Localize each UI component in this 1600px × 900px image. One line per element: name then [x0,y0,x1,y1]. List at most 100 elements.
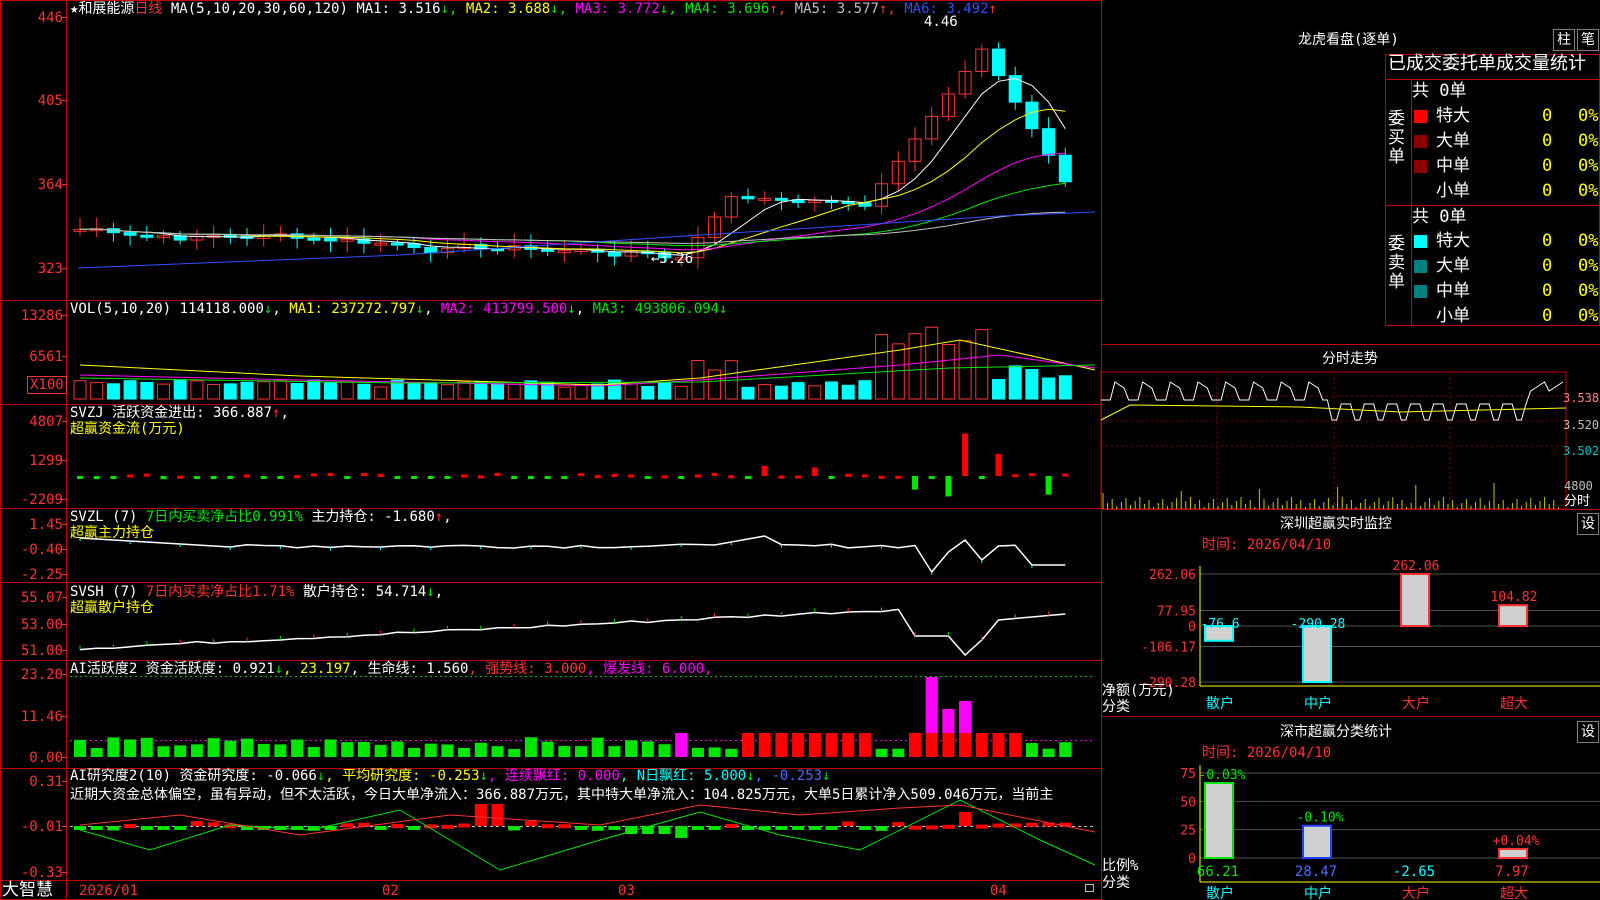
high-price-note: 4.46 [924,14,958,30]
intraday-chart [1100,371,1567,510]
volume-bar [524,380,538,400]
flow-bar [694,474,701,478]
volume-bar [90,382,104,400]
ai2-tick-1: -0.01 [21,819,63,835]
ss-xtick-2: 大户 [1402,885,1430,900]
sz-bar-label-3: 104.82 [1491,590,1538,605]
period-label[interactable]: 日线 [134,1,162,17]
sz-ytick-3: -106.17 [1141,640,1196,655]
research-bar [875,826,888,831]
volume-bar [825,381,838,400]
activity-bar [174,745,187,757]
activity-bar [140,737,153,757]
sell-name-2: 中单 [1436,281,1470,301]
volume-bar [223,383,237,400]
flow-bar [978,476,985,479]
volume-bar [123,380,137,400]
tick-mode-button[interactable]: 笔 [1577,29,1599,51]
activity-bar [892,748,905,757]
flow-bar [210,476,217,479]
date-mar: 03 [618,883,635,899]
flow-bar [1062,473,1069,477]
bar-mode-button[interactable]: 柱 [1553,29,1575,51]
flow-bar [878,475,885,479]
research-bar [909,825,921,830]
sz-xtick-3: 超大 [1500,696,1528,712]
svzl-hold: 主力持仓: -1.680 [311,509,435,525]
volume-bar [407,382,421,400]
svzj-subtitle: 超赢资金流(万元) [70,421,185,437]
lhb-header-line [1385,79,1600,80]
flow-bar [277,476,284,479]
flow-bar [1045,476,1052,495]
buy-value-3: 0 [1542,181,1553,201]
research-bar [190,821,203,826]
flow-bar [912,476,918,490]
activity-bar [257,744,270,757]
volume-bar [173,379,187,400]
research-bar [491,804,504,826]
sz-xtick-1: 中户 [1304,695,1332,712]
volume-bar [157,383,170,400]
sz-bar-label-1: -290.28 [1291,617,1346,632]
lhb-label-divider [1411,79,1412,326]
volume-bar [290,382,304,400]
ma-value-3: MA3: 3.772 [567,1,660,17]
flow-bar [294,475,301,479]
buy-name-0: 特大 [1436,106,1470,126]
lock-icon[interactable] [1085,884,1094,892]
volume-bar [440,384,454,400]
volume-bar [140,381,154,400]
fs-title: 分时走势 [1322,351,1378,367]
svsh-tick-1: 53.00 [21,617,63,633]
volume-bar [975,329,989,400]
ss-xtick-0: 散户 [1206,885,1234,900]
ma-values: MA1: 3.516↓, MA2: 3.688↓, MA3: 3.772↓, M… [356,1,997,17]
sell-name-0: 特大 [1436,231,1470,251]
flow-bar [494,472,501,476]
svsh-arrow: ↓ [426,584,435,600]
volume-bar [658,381,671,400]
ss-value-0: 66.21 [1197,864,1239,880]
sz-xlabel: 分类 [1102,699,1130,715]
candle-body [123,232,137,236]
sz-bar-1 [1302,625,1332,683]
ai2-last: , -0.253 [754,768,823,784]
research-bar [992,823,1005,828]
ss-settings-button[interactable]: 设 [1577,721,1599,743]
vol-ma1: MA1: 237272.797 [289,301,416,317]
research-bar [541,824,554,829]
flow-bar [745,476,751,479]
chart-canvas[interactable]: 446 405 364 323 13286 6561 4807 1299 -2209 1.45 -0… [0,0,1600,900]
ai2-header: AI研究度2(10) 资金研究度: -0.066↓, 平均研究度: -0.253… [70,768,831,784]
activity-bar [742,733,754,757]
research-bar [524,821,537,826]
activity-bar [591,737,604,757]
flow-bar [327,472,334,476]
brand-label: 大智慧 [2,880,53,900]
ai2-comment: 近期大资金总体偏空，虽有异动，但不太活跃，今日大单净流入：366.887万元，其… [70,787,1054,803]
sz-settings-button[interactable]: 设 [1577,513,1599,535]
main-tick-2: 364 [38,177,63,193]
research-bar [808,826,821,830]
sz-bar-label-0: -76.6 [1200,617,1239,632]
buy-swatch-1 [1414,135,1427,148]
svsh-header: SVSH (7) 7日内买卖净占比1.71% 散户持仓: 54.714↓, [70,584,443,600]
vol-unit-box[interactable]: X100 [27,376,67,394]
low-price-note: ←3.26 [651,251,694,267]
activity-bar [1042,748,1055,757]
sell-value-2: 0 [1542,281,1553,301]
vol-tick-0: 13286 [21,308,63,324]
candle-body [992,48,1005,77]
volume-bar [791,382,805,400]
vol-title: VOL(5,10,20) [70,301,172,317]
sz-ylabel: 净额(万元) [1102,683,1175,699]
activity-bar [474,742,487,757]
flow-bar [444,476,451,479]
candle-body [541,248,555,252]
research-bar [474,804,487,826]
vol-ma1-arrow: ↓ [415,301,425,317]
research-bar [391,823,404,828]
activity-bar [374,744,387,757]
volume-bar [1058,375,1072,400]
